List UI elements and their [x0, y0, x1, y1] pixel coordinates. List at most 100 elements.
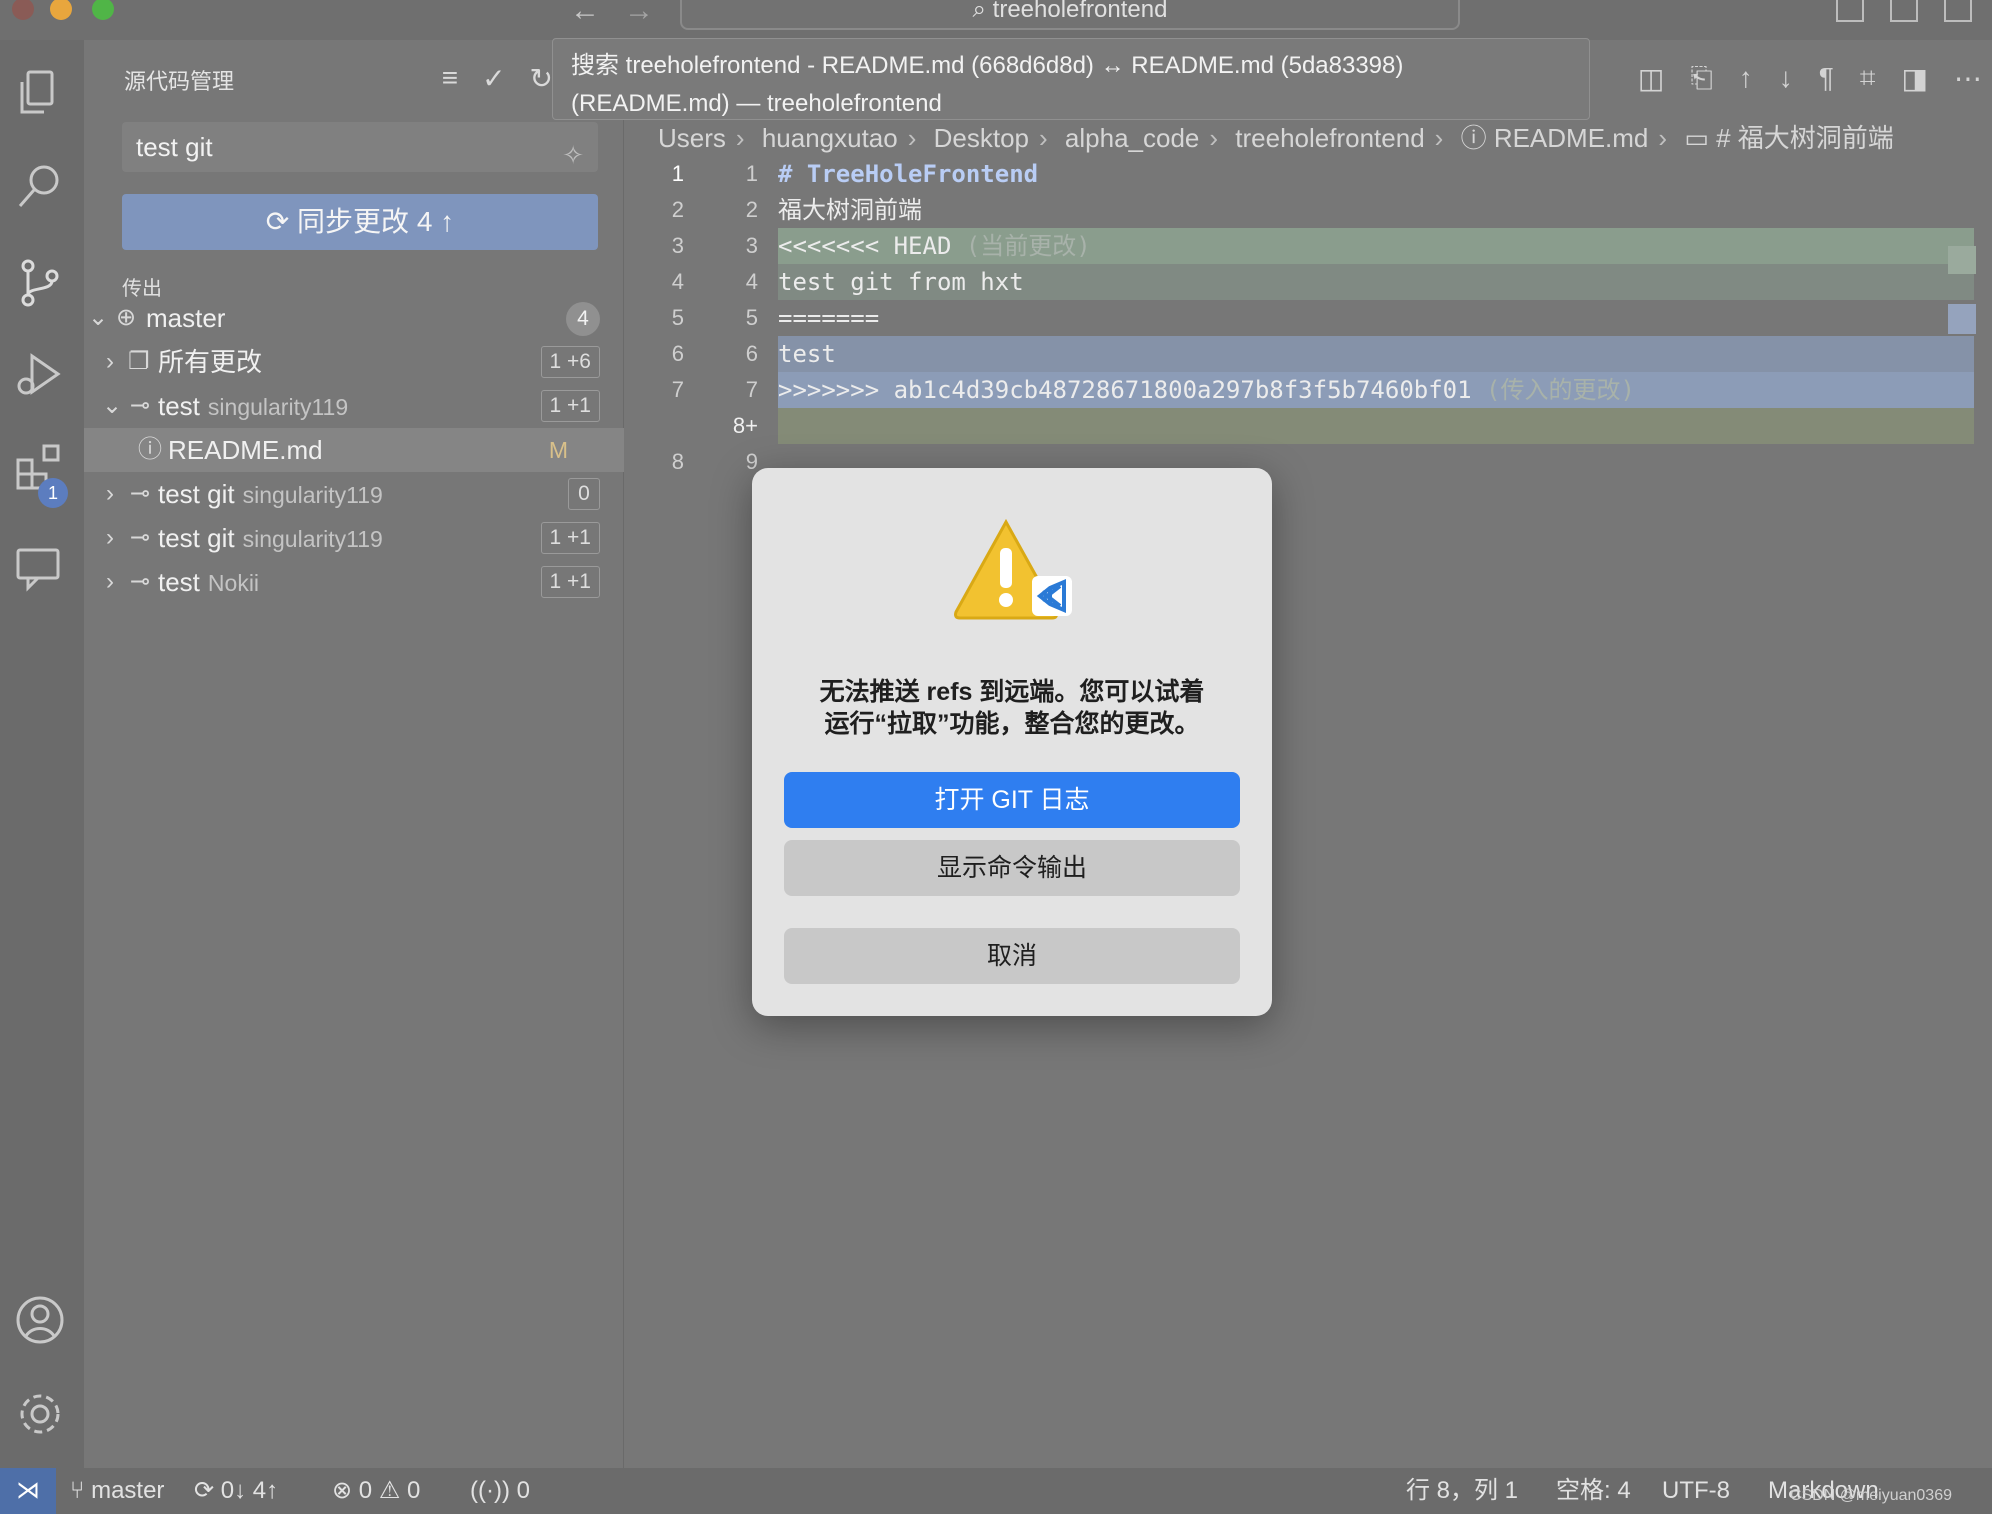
- commit-row[interactable]: › ⊸ test git singularity119 1 +1: [84, 516, 624, 560]
- encoding-indicator[interactable]: UTF-8: [1662, 1468, 1730, 1514]
- commit-check-icon[interactable]: ✓: [482, 62, 505, 95]
- search-icon: ⌕: [972, 0, 993, 23]
- all-changes-row[interactable]: › ❐ 所有更改 1 +6: [84, 340, 624, 384]
- line-number-modified: 3: [745, 233, 758, 258]
- sparkle-icon[interactable]: ✧: [562, 130, 584, 180]
- forward-arrow-icon[interactable]: →: [624, 0, 654, 28]
- previous-change-icon[interactable]: ↑: [1739, 62, 1753, 95]
- commit-row[interactable]: ⌄ ⊸ test singularity119 1 +1: [84, 384, 624, 428]
- dialog-message-line: 无法推送 refs 到远端。您可以试着: [819, 678, 1205, 706]
- sync-label: 同步更改 4: [297, 206, 433, 237]
- toggle-sidebar-icon[interactable]: [1836, 0, 1864, 22]
- line-number-original: 8: [671, 449, 684, 474]
- commit-count: 1 +1: [540, 566, 600, 598]
- more-actions-icon[interactable]: ⋯: [1954, 62, 1982, 95]
- code-line[interactable]: 7 7 >>>>>>> ab1c4d39cb48728671800a297b8f…: [624, 372, 1976, 408]
- scrollbar-marker-current: [1948, 246, 1976, 274]
- tooltip-line: (README.md) — treeholefrontend: [571, 90, 942, 117]
- code-line[interactable]: 8+: [624, 408, 1976, 444]
- commit-message: test: [158, 391, 200, 421]
- account-icon[interactable]: [12, 1292, 68, 1348]
- revert-icon[interactable]: ⎗: [1690, 62, 1712, 95]
- current-change-note: (当前更改): [965, 232, 1091, 260]
- scrollbar-marker-incoming: [1948, 304, 1976, 334]
- code-line[interactable]: 1 1 # TreeHoleFrontend: [624, 156, 1976, 192]
- breadcrumb-item[interactable]: # 福大树洞前端: [1716, 123, 1894, 153]
- minimize-window-button[interactable]: [50, 0, 72, 20]
- toggle-panel-icon[interactable]: [1890, 0, 1918, 22]
- commit-row[interactable]: › ⊸ test git singularity119 0: [84, 472, 624, 516]
- chevron-down-icon: ⌄: [88, 304, 109, 331]
- source-control-icon[interactable]: [12, 254, 68, 310]
- code-line[interactable]: 3 3 <<<<<<< HEAD (当前更改): [624, 228, 1976, 264]
- open-file-icon[interactable]: ◫: [1638, 62, 1664, 95]
- commit-author: singularity119: [207, 394, 349, 420]
- info-icon: ⓘ: [1460, 123, 1494, 153]
- remote-indicator-icon[interactable]: ⋊: [0, 1468, 56, 1514]
- chevron-right-icon: ›: [106, 348, 114, 375]
- code-text: [778, 408, 1974, 444]
- sync-icon: ⟳: [194, 1477, 221, 1504]
- search-icon[interactable]: [12, 158, 68, 214]
- map-icon[interactable]: ⌗: [1860, 62, 1876, 95]
- symbol-icon: ▭: [1684, 123, 1717, 153]
- line-number-modified: 6: [745, 341, 758, 366]
- open-git-log-button[interactable]: 打开 GIT 日志: [784, 772, 1240, 828]
- whitespace-icon[interactable]: ¶: [1819, 62, 1834, 95]
- breadcrumb-item[interactable]: Users: [658, 123, 726, 153]
- run-debug-icon[interactable]: [12, 346, 68, 402]
- commit-message-input[interactable]: test git ✧: [122, 122, 598, 172]
- sync-changes-button[interactable]: ⟳ 同步更改 4 ↑: [122, 194, 598, 250]
- breadcrumb: Users › huangxutao › Desktop › alpha_code › …: [658, 123, 1894, 153]
- breadcrumb-item[interactable]: huangxutao: [762, 123, 898, 153]
- breadcrumb-item[interactable]: README.md: [1494, 123, 1649, 153]
- commit-row[interactable]: › ⊸ test Nokii 1 +1: [84, 560, 624, 604]
- view-as-tree-icon[interactable]: ≡: [442, 62, 458, 95]
- arrow-up-icon: ↑: [432, 206, 455, 237]
- files-icon: ❐: [128, 348, 150, 375]
- next-change-icon[interactable]: ↓: [1779, 62, 1793, 95]
- cancel-button[interactable]: 取消: [784, 928, 1240, 984]
- error-icon: ⊗: [332, 1477, 359, 1504]
- back-arrow-icon[interactable]: ←: [570, 0, 600, 28]
- code-text: 福大树洞前端: [778, 196, 922, 224]
- file-row-readme[interactable]: ⓘ README.md M: [84, 428, 624, 472]
- refresh-icon[interactable]: ↻: [530, 62, 553, 95]
- branch-indicator[interactable]: ⑂ master: [70, 1468, 164, 1514]
- remote-explorer-icon[interactable]: [12, 540, 68, 596]
- activity-bar: 1: [0, 40, 84, 1468]
- code-line[interactable]: 6 6 test: [624, 336, 1976, 372]
- close-window-button[interactable]: [12, 0, 34, 20]
- branch-row[interactable]: ⌄ ⊕ master 4: [84, 296, 624, 340]
- toggle-secondary-sidebar-icon[interactable]: [1944, 0, 1972, 22]
- command-center[interactable]: ⌕ treeholefrontend: [680, 0, 1460, 30]
- code-text: # TreeHoleFrontend: [778, 160, 1039, 188]
- commit-count: 1 +1: [540, 522, 600, 554]
- breadcrumb-item[interactable]: alpha_code: [1065, 123, 1199, 153]
- commit-message: test git: [158, 523, 235, 553]
- breadcrumb-item[interactable]: treeholefrontend: [1235, 123, 1424, 153]
- code-line[interactable]: 5 5 =======: [624, 300, 1976, 336]
- breadcrumb-item[interactable]: Desktop: [934, 123, 1029, 153]
- split-editor-icon[interactable]: ◨: [1902, 62, 1928, 95]
- sync-status: 0↓ 4↑: [220, 1477, 279, 1504]
- indentation-indicator[interactable]: 空格: 4: [1556, 1468, 1631, 1514]
- all-changes-count: 1 +6: [540, 346, 600, 378]
- code-line[interactable]: 2 2 福大树洞前端: [624, 192, 1976, 228]
- problems-indicator[interactable]: ⊗ 0 ⚠ 0: [332, 1468, 420, 1514]
- commit-message: test git: [158, 479, 235, 509]
- dialog-message: 无法推送 refs 到远端。您可以试着 运行“拉取”功能，整合您的更改。: [782, 676, 1242, 740]
- code-line[interactable]: 4 4 test git from hxt: [624, 264, 1976, 300]
- sync-indicator[interactable]: ⟳ 0↓ 4↑: [194, 1468, 278, 1514]
- line-number-original: 5: [671, 305, 684, 330]
- gear-icon[interactable]: [12, 1386, 68, 1442]
- show-command-output-button[interactable]: 显示命令输出: [784, 840, 1240, 896]
- sync-icon: ⟳: [265, 206, 298, 237]
- cursor-position[interactable]: 行 8，列 1: [1406, 1468, 1518, 1514]
- code-text: test: [778, 336, 1974, 372]
- ports-indicator[interactable]: ((·)) 0: [470, 1468, 530, 1514]
- explorer-icon[interactable]: [12, 64, 68, 120]
- error-count: 0: [358, 1477, 373, 1504]
- zoom-window-button[interactable]: [92, 0, 114, 20]
- warning-icon: ⚠: [378, 1477, 407, 1504]
